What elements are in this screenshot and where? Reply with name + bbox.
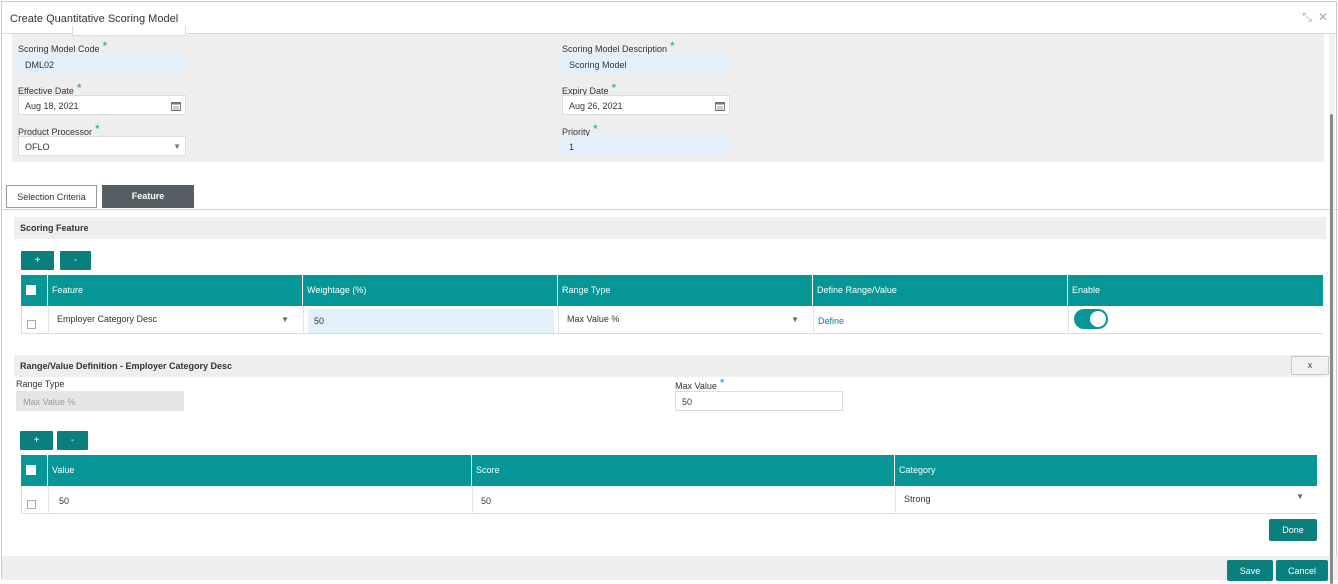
column-weightage[interactable]: Weightage (%) — [302, 275, 557, 306]
column-range-type[interactable]: Range Type — [557, 275, 812, 306]
scoring-feature-title: Scoring Feature — [20, 223, 89, 233]
chevron-down-icon: ▼ — [791, 315, 799, 324]
range-definition-header: Range/Value Definition - Employer Catego… — [14, 355, 1326, 377]
priority-field[interactable]: 1 — [562, 136, 730, 156]
column-value[interactable]: Value — [47, 455, 471, 486]
scoring-feature-header: Scoring Feature — [14, 217, 1326, 239]
row-checkbox[interactable] — [27, 500, 36, 509]
range-type-readonly-field: Max Value % — [16, 391, 184, 411]
tab-selection-criteria[interactable]: Selection Criteria — [6, 185, 97, 208]
tab-feature[interactable]: Feature — [102, 185, 194, 208]
weightage-input[interactable]: 50 — [308, 309, 554, 333]
product-processor-select[interactable]: OFLO ▼ — [18, 136, 186, 156]
define-link[interactable]: Define — [818, 316, 844, 326]
remove-feature-button[interactable]: - — [60, 251, 91, 270]
effective-date-field[interactable]: Aug 18, 2021 — [18, 95, 186, 115]
vertical-scrollbar[interactable] — [1329, 34, 1335, 584]
select-all-cell — [21, 275, 47, 306]
effective-date-value: Aug 18, 2021 — [25, 101, 79, 111]
column-enable[interactable]: Enable — [1067, 275, 1323, 306]
toggle-knob — [1090, 311, 1106, 327]
table-row: Employer Category Desc ▼ 50 Max Value % … — [21, 306, 1323, 334]
expiry-date-field[interactable]: Aug 26, 2021 — [562, 95, 730, 115]
select-all-checkbox[interactable] — [26, 465, 36, 475]
weightage-cell: 50 — [303, 306, 558, 333]
scoring-model-description-field[interactable]: Scoring Model — [562, 54, 730, 74]
remove-range-button[interactable]: - — [57, 431, 88, 450]
scoring-model-description-label: Scoring Model Description * — [562, 39, 675, 54]
column-feature[interactable]: Feature — [47, 275, 302, 306]
footer-bar: Save Cancel — [2, 556, 1338, 581]
category-value: Strong — [904, 494, 931, 504]
range-grid-header: Value Score Category — [21, 455, 1317, 486]
add-feature-button[interactable]: + — [21, 251, 54, 270]
select-all-checkbox[interactable] — [26, 285, 36, 295]
product-processor-value: OFLO — [25, 142, 50, 152]
category-select[interactable]: Strong ▼ — [895, 486, 1318, 513]
scoring-model-code-label: Scoring Model Code * — [18, 39, 108, 54]
table-row: 50 50 Strong ▼ — [21, 486, 1317, 514]
value-text: 50 — [59, 496, 70, 506]
row-select-cell — [22, 306, 48, 333]
done-button[interactable]: Done — [1269, 519, 1317, 541]
cut-off-field — [72, 26, 186, 36]
header-panel: Scoring Model Code * DML02 Scoring Model … — [12, 26, 1324, 162]
dialog-window: Create Quantitative Scoring Model ⤡ ✕ Sc… — [1, 1, 1338, 584]
close-icon[interactable]: ✕ — [1318, 10, 1328, 24]
select-all-cell — [21, 455, 47, 486]
chevron-down-icon: ▼ — [281, 315, 289, 324]
max-value-label: Max Value * — [675, 376, 725, 391]
column-score[interactable]: Score — [471, 455, 894, 486]
range-type-value: Max Value % — [567, 314, 620, 324]
calendar-icon[interactable] — [171, 96, 181, 118]
expiry-date-value: Aug 26, 2021 — [569, 101, 623, 111]
row-checkbox[interactable] — [27, 320, 36, 329]
row-select-cell — [22, 486, 48, 513]
enable-cell — [1068, 306, 1324, 333]
scrollbar-thumb[interactable] — [1330, 114, 1333, 584]
range-type-select[interactable]: Max Value % ▼ — [558, 306, 813, 333]
dialog-title: Create Quantitative Scoring Model — [10, 13, 179, 25]
max-value-field[interactable]: 50 — [675, 391, 843, 411]
range-definition-title: Range/Value Definition - Employer Catego… — [20, 361, 233, 371]
cancel-button[interactable]: Cancel — [1276, 560, 1328, 581]
tab-divider — [2, 209, 1338, 210]
close-range-definition-button[interactable]: x — [1291, 356, 1329, 375]
feature-select[interactable]: Employer Category Desc ▼ — [48, 306, 303, 333]
score-text: 50 — [481, 496, 492, 506]
column-category[interactable]: Category — [894, 455, 1317, 486]
add-range-button[interactable]: + — [20, 431, 53, 450]
score-cell[interactable]: 50 — [472, 486, 895, 513]
restore-icon[interactable]: ⤡ — [1302, 10, 1312, 25]
column-define-range[interactable]: Define Range/Value — [812, 275, 1067, 306]
feature-grid-header: Feature Weightage (%) Range Type Define … — [21, 275, 1323, 306]
chevron-down-icon: ▼ — [1296, 492, 1304, 501]
title-bar: Create Quantitative Scoring Model ⤡ ✕ — [2, 2, 1336, 34]
value-cell[interactable]: 50 — [48, 486, 472, 513]
enable-toggle[interactable] — [1074, 309, 1108, 329]
chevron-down-icon: ▼ — [173, 142, 181, 151]
scoring-model-code-field[interactable]: DML02 — [18, 54, 186, 74]
range-type-label: Range Type — [16, 379, 65, 389]
define-cell: Define — [813, 306, 1068, 333]
feature-value: Employer Category Desc — [57, 314, 158, 324]
calendar-icon[interactable] — [715, 96, 725, 118]
save-button[interactable]: Save — [1227, 560, 1273, 581]
